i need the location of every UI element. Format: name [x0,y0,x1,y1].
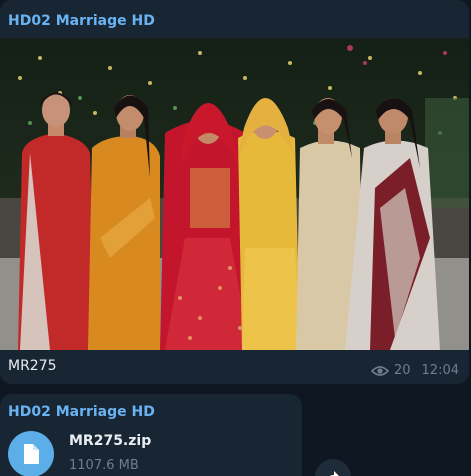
file-size: 1107.6 MB [69,458,139,473]
message-meta: 20 12:04 [370,363,459,378]
message-photo[interactable] [0,38,469,350]
file-glyph-icon [24,444,39,464]
photo-message[interactable]: HD02 Marriage HD MR275 20 12:04 [0,0,469,384]
sender-name[interactable]: HD02 Marriage HD [8,404,155,420]
sender-name[interactable]: HD02 Marriage HD [8,13,155,29]
share-icon [329,471,339,476]
eye-icon [370,365,389,376]
message-time: 12:04 [421,363,459,378]
view-count: 20 [393,363,411,378]
photo-caption: MR275 [8,358,57,374]
file-name[interactable]: MR275.zip [69,433,151,449]
share-button[interactable] [315,459,351,476]
chat-view: HD02 Marriage HD MR275 20 12:04 HD02 Mar… [0,0,471,476]
document-icon[interactable] [8,431,54,476]
